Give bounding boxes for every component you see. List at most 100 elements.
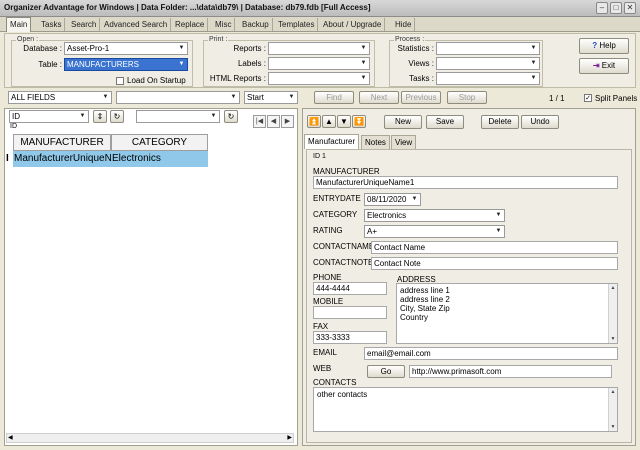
next-button[interactable]: Next (359, 91, 399, 104)
tasks-select[interactable]: ▼ (436, 72, 540, 85)
chevron-down-icon: ▼ (530, 60, 537, 66)
search-position-value: Start (247, 93, 264, 102)
views-label: Views : (408, 59, 434, 68)
previous-button[interactable]: Previous (401, 91, 441, 104)
tab-backup[interactable]: Backup (239, 18, 273, 31)
web-field[interactable]: http://www.primasoft.com (409, 365, 612, 378)
scroll-down-icon[interactable]: ▼ (609, 335, 617, 343)
tab-templates[interactable]: Templates (275, 18, 319, 31)
phone-field[interactable]: 444-4444 (313, 282, 387, 295)
exit-button[interactable]: ⇥ Exit (579, 58, 629, 74)
up-record-icon[interactable]: ▲ (322, 115, 336, 128)
chevron-down-icon: ▼ (178, 45, 185, 51)
tab-about-upgrade[interactable]: About / Upgrade (320, 18, 386, 31)
contactnote-field[interactable]: Contact Note (371, 257, 618, 270)
category-label: CATEGORY (313, 210, 358, 219)
delete-button[interactable]: Delete (481, 115, 519, 129)
chevron-down-icon: ▼ (360, 60, 367, 66)
html-reports-select[interactable]: ▼ (268, 72, 370, 85)
cell-category[interactable]: Electronics (111, 151, 208, 167)
contactnote-label: CONTACTNOTE (313, 258, 374, 267)
contactname-field[interactable]: Contact Name (371, 241, 618, 254)
mobile-label: MOBILE (313, 297, 344, 306)
process-group-label: Process : (394, 36, 426, 43)
new-button[interactable]: New (384, 115, 422, 129)
minimize-button[interactable]: – (596, 2, 608, 14)
column-header-category[interactable]: CATEGORY (111, 134, 208, 151)
save-button[interactable]: Save (426, 115, 464, 129)
scroll-up-icon[interactable]: ▲ (609, 388, 617, 396)
filter-select[interactable]: ▼ (136, 110, 220, 123)
table-select[interactable]: MANUFACTURERS ▼ (64, 58, 188, 71)
category-select[interactable]: Electronics ▼ (364, 209, 505, 222)
first-record-button[interactable]: |◀ (253, 115, 266, 128)
chevron-down-icon: ▼ (288, 94, 295, 100)
scroll-down-icon[interactable]: ▼ (609, 423, 617, 431)
chevron-down-icon: ▼ (495, 212, 502, 218)
email-field[interactable]: email@email.com (364, 347, 618, 360)
tab-search[interactable]: Search (68, 18, 101, 31)
refresh-filter-button[interactable]: ↻ (224, 110, 238, 123)
process-group: Process : Statistics : ▼ Views : ▼ Tasks… (389, 36, 543, 87)
contacts-text: other contacts (317, 390, 368, 399)
database-select[interactable]: Asset-Pro-1 ▼ (64, 42, 188, 55)
maximize-button[interactable]: □ (610, 2, 622, 14)
tab-manufacturer[interactable]: Manufacturer (304, 134, 360, 149)
undo-button[interactable]: Undo (521, 115, 559, 129)
tab-main[interactable]: Main (6, 17, 32, 32)
refresh-sort-button[interactable]: ↻ (110, 110, 124, 123)
tasks-label: Tasks : (409, 74, 434, 83)
database-label: Database : (23, 44, 62, 53)
labels-select[interactable]: ▼ (268, 57, 370, 70)
scroll-up-icon[interactable]: ▲ (609, 284, 617, 292)
search-field-select[interactable]: ALL FIELDS ▼ (8, 91, 112, 104)
find-button[interactable]: Find (314, 91, 354, 104)
refresh-icon: ↻ (227, 112, 235, 121)
sort-order-button[interactable]: ⇕ (93, 110, 107, 123)
web-go-button[interactable]: Go (367, 365, 405, 378)
entrydate-field[interactable]: 08/11/2020 ▼ (364, 193, 421, 206)
down-record-icon[interactable]: ▼ (337, 115, 351, 128)
manufacturer-field[interactable]: ManufacturerUniqueName1 (313, 176, 618, 189)
chevron-down-icon: ▼ (230, 94, 237, 100)
next-record-button[interactable]: ▶ (281, 115, 294, 128)
fax-field[interactable]: 333-3333 (313, 331, 387, 344)
tab-advanced-search[interactable]: Advanced Search (101, 18, 172, 31)
last-record-icon[interactable]: ⏬ (352, 115, 366, 128)
tab-replace[interactable]: Replace (172, 18, 209, 31)
scroll-right-icon[interactable]: ▶ (287, 434, 292, 442)
chevron-down-icon: ▼ (411, 196, 418, 202)
search-input[interactable]: ▼ (116, 91, 240, 104)
stop-button[interactable]: Stop (447, 91, 487, 104)
column-header-manufacturer[interactable]: MANUFACTURER (13, 134, 111, 151)
statistics-select[interactable]: ▼ (436, 42, 540, 55)
cell-manufacturer[interactable]: ManufacturerUniqueName1 (13, 151, 111, 167)
address-field[interactable]: address line 1 address line 2 City, Stat… (396, 283, 618, 344)
contacts-field[interactable]: other contacts ▲ ▼ (313, 387, 618, 432)
prev-record-button[interactable]: ◀ (267, 115, 280, 128)
split-panels-checkbox[interactable]: ✓ (584, 94, 592, 102)
rating-select[interactable]: A+ ▼ (364, 225, 505, 238)
load-on-startup-checkbox[interactable] (116, 77, 124, 85)
close-button[interactable]: ✕ (624, 2, 636, 14)
search-position-select[interactable]: Start ▼ (244, 91, 298, 104)
exit-icon: ⇥ (592, 61, 600, 70)
address-scrollbar[interactable]: ▲ ▼ (608, 284, 617, 343)
sort-field-select[interactable]: ID ▼ (9, 110, 89, 123)
tab-tasks[interactable]: Tasks (38, 18, 66, 31)
tab-notes[interactable]: Notes (361, 135, 390, 149)
address-line: address line 1 (400, 286, 450, 295)
print-group: Print : Reports : ▼ Labels : ▼ HTML Repo… (203, 36, 375, 87)
reports-select[interactable]: ▼ (268, 42, 370, 55)
views-select[interactable]: ▼ (436, 57, 540, 70)
horizontal-scrollbar[interactable]: ◀ ▶ (6, 433, 294, 443)
tab-hide[interactable]: Hide (392, 18, 416, 31)
first-record-icon[interactable]: ⏫ (307, 115, 321, 128)
tab-misc[interactable]: Misc (212, 18, 236, 31)
contacts-scrollbar[interactable]: ▲ ▼ (608, 388, 617, 431)
chevron-down-icon: ▼ (79, 113, 86, 119)
mobile-field[interactable] (313, 306, 387, 319)
tab-view[interactable]: View (391, 135, 417, 149)
help-button[interactable]: ? Help (579, 38, 629, 54)
scroll-left-icon[interactable]: ◀ (8, 434, 13, 442)
